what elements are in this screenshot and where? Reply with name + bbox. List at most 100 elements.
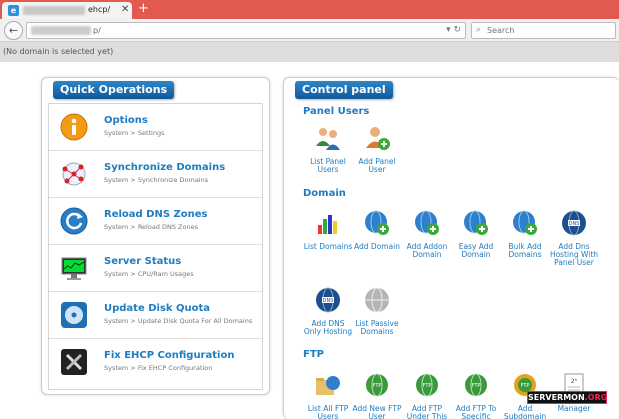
add-dns-hosting-label: Add Dns Hosting With Panel User bbox=[549, 242, 599, 267]
section-ftp: FTP bbox=[303, 349, 324, 360]
back-arrow-icon[interactable]: ← bbox=[4, 21, 23, 40]
add-ftp-under-panel-label: Add FTP Under This Panel bbox=[406, 404, 448, 419]
bar-chart-icon bbox=[318, 215, 337, 234]
list-all-ftp-users-label: List All FTP Users bbox=[307, 404, 349, 419]
add-dns-only-hosting-link[interactable]: DNS Add DNS Only Hosting bbox=[302, 286, 354, 336]
watermark: SERVERMON.ORG bbox=[527, 391, 607, 404]
blurred-tab-text bbox=[23, 6, 85, 15]
blurred-url bbox=[31, 26, 91, 35]
svg-text:DNS: DNS bbox=[569, 221, 580, 227]
svg-text:FTP: FTP bbox=[472, 383, 481, 389]
qo-path: System > Reload DNS Zones bbox=[104, 223, 198, 231]
ftp-globe-icon: FTP bbox=[366, 373, 388, 397]
qo-path: System > Settings bbox=[104, 129, 165, 137]
globe-add-icon bbox=[365, 210, 389, 235]
qo-path: System > CPU/Ram Usages bbox=[104, 270, 194, 278]
quick-operations-list: Options System > Settings Synchronize Do… bbox=[48, 103, 263, 390]
list-panel-users-link[interactable]: List Panel Users bbox=[302, 124, 354, 174]
monitor-icon bbox=[61, 257, 87, 280]
search-input[interactable] bbox=[487, 24, 612, 37]
list-domains-link[interactable]: List Domains bbox=[302, 209, 354, 251]
ftp-globe-icon: FTP bbox=[465, 373, 487, 397]
users-icon bbox=[316, 128, 340, 150]
svg-text:2ʰ: 2ʰ bbox=[571, 378, 578, 385]
tab-bar: e ehcp/ ✕ + bbox=[0, 0, 619, 19]
qo-path: System > Update Disk Quota For All Domai… bbox=[104, 317, 253, 325]
search-box[interactable]: ⌕ bbox=[471, 22, 616, 39]
quick-operations-title: Quick Operations bbox=[53, 81, 175, 99]
ftp-globe-icon: FTP bbox=[416, 373, 438, 397]
add-user-icon bbox=[366, 127, 390, 150]
section-panel-users: Panel Users bbox=[303, 106, 370, 117]
dns-globe-icon: DNS bbox=[562, 210, 586, 236]
qo-item-synchronize-domains[interactable]: Synchronize Domains System > Synchronize… bbox=[49, 151, 262, 198]
list-all-ftp-users-link[interactable]: List All FTP Users bbox=[302, 371, 354, 419]
page-content: Quick Operations Options System > Settin… bbox=[0, 62, 619, 419]
globe-add-icon bbox=[415, 210, 439, 235]
bulk-add-domains-label: Bulk Add Domains bbox=[508, 242, 542, 259]
add-new-ftp-user-link[interactable]: FTP Add New FTP User bbox=[351, 371, 403, 419]
domain-status-bar: (No domain is selected yet) bbox=[0, 42, 619, 62]
folder-globe-icon bbox=[316, 376, 340, 395]
add-ftp-under-panel-link[interactable]: FTP Add FTP Under This Panel bbox=[401, 371, 453, 419]
svg-text:FTP: FTP bbox=[521, 383, 530, 389]
section-domain: Domain bbox=[303, 188, 346, 199]
url-text: p/ bbox=[93, 26, 101, 35]
add-ftp-to-specific-domain-link[interactable]: FTP Add FTP To Specific Domain bbox=[450, 371, 502, 419]
list-passive-domains-link[interactable]: List Passive Domains bbox=[351, 286, 403, 336]
add-domain-link[interactable]: Add Domain bbox=[351, 209, 403, 251]
add-domain-label: Add Domain bbox=[353, 242, 400, 251]
add-ftp-to-specific-domain-label: Add FTP To Specific Domain bbox=[455, 404, 497, 419]
add-addon-domain-label: Add Addon Domain bbox=[406, 242, 448, 259]
qo-path: System > Synchronize Domains bbox=[104, 176, 209, 184]
svg-text:FTP: FTP bbox=[373, 383, 382, 389]
watermark-part2: .ORG bbox=[584, 393, 608, 402]
qo-name: Update Disk Quota bbox=[104, 303, 211, 314]
add-addon-domain-link[interactable]: Add Addon Domain bbox=[401, 209, 453, 259]
svg-text:FTP: FTP bbox=[423, 383, 432, 389]
qo-item-update-disk-quota[interactable]: Update Disk Quota System > Update Disk Q… bbox=[49, 292, 262, 339]
qo-name: Synchronize Domains bbox=[104, 162, 226, 173]
dns-globe-icon: DNS bbox=[316, 287, 340, 313]
add-new-ftp-user-label: Add New FTP User bbox=[352, 404, 402, 419]
globe-add-icon bbox=[464, 210, 488, 235]
add-panel-user-label: Add Panel User bbox=[358, 157, 396, 174]
easy-add-domain-label: Easy Add Domain bbox=[458, 242, 494, 259]
address-bar[interactable]: p/ ▾ ↻ bbox=[26, 22, 466, 39]
bulk-add-domains-link[interactable]: Bulk Add Domains bbox=[499, 209, 551, 259]
new-tab-icon[interactable]: + bbox=[138, 1, 149, 16]
ehcp-favicon-icon: e bbox=[8, 5, 19, 16]
domain-status-text: (No domain is selected yet) bbox=[3, 47, 114, 56]
options-info-icon bbox=[60, 113, 88, 141]
close-tab-icon[interactable]: ✕ bbox=[121, 4, 129, 15]
qo-item-reload-dns-zones[interactable]: Reload DNS Zones System > Reload DNS Zon… bbox=[49, 198, 262, 245]
qo-item-server-status[interactable]: Server Status System > CPU/Ram Usages bbox=[49, 245, 262, 292]
list-panel-users-label: List Panel Users bbox=[310, 157, 346, 174]
list-passive-domains-label: List Passive Domains bbox=[355, 319, 399, 336]
reload-dropdown-icon[interactable]: ▾ ↻ bbox=[446, 25, 461, 35]
list-domains-label: List Domains bbox=[303, 242, 353, 251]
add-dns-only-hosting-label: Add DNS Only Hosting bbox=[303, 319, 353, 336]
qo-item-fix-ehcp-configuration[interactable]: Fix EHCP Configuration System > Fix EHCP… bbox=[49, 339, 262, 386]
add-panel-user-link[interactable]: Add Panel User bbox=[351, 124, 403, 174]
quick-operations-panel: Quick Operations Options System > Settin… bbox=[41, 77, 270, 395]
reload-icon bbox=[60, 207, 88, 235]
add-subdomain-with-ftp-label: Add Subdomain With FTP bbox=[503, 404, 547, 419]
ftp-manager-label: Manager bbox=[557, 404, 591, 413]
network-sync-icon bbox=[62, 162, 86, 186]
easy-add-domain-link[interactable]: Easy Add Domain bbox=[450, 209, 502, 259]
browser-tab[interactable]: e ehcp/ ✕ bbox=[2, 2, 132, 19]
navigation-bar: ← p/ ▾ ↻ ⌕ bbox=[0, 19, 619, 42]
qo-name: Options bbox=[104, 115, 148, 126]
grey-globe-icon bbox=[365, 287, 389, 313]
qo-name: Server Status bbox=[104, 256, 182, 267]
tools-icon bbox=[61, 349, 87, 375]
add-dns-hosting-link[interactable]: DNS Add Dns Hosting With Panel User bbox=[548, 209, 600, 267]
qo-item-options[interactable]: Options System > Settings bbox=[49, 104, 262, 151]
qo-path: System > Fix EHCP Configuration bbox=[104, 364, 213, 372]
control-panel-title: Control panel bbox=[295, 81, 393, 99]
qo-name: Reload DNS Zones bbox=[104, 209, 208, 220]
tab-title: ehcp/ bbox=[88, 5, 111, 14]
svg-text:DNS: DNS bbox=[323, 298, 334, 304]
watermark-part1: SERVERMON bbox=[528, 393, 585, 402]
